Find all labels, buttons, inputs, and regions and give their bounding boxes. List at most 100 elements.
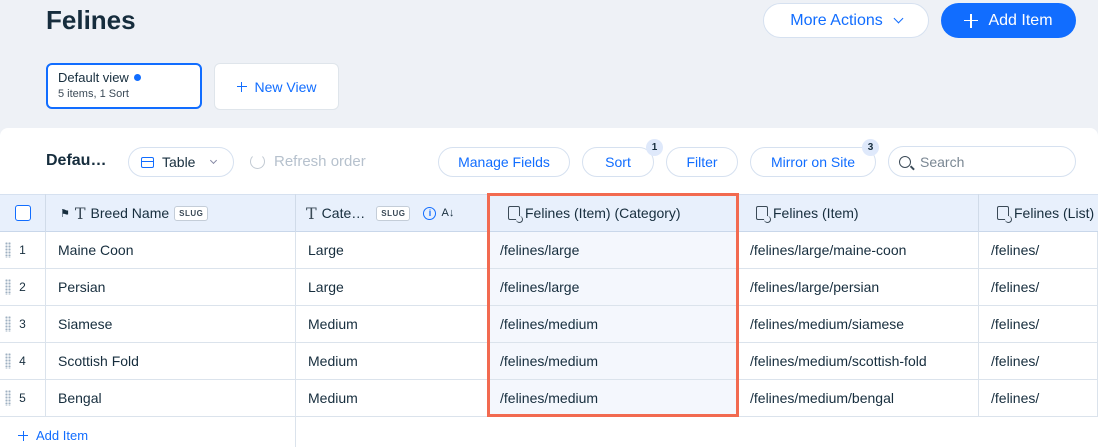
chevron-down-icon	[893, 13, 904, 24]
felines-item-cell[interactable]: /felines/medium/scottish-fold	[738, 343, 979, 380]
sort-count-badge: 1	[646, 139, 663, 156]
search-input[interactable]	[920, 153, 1060, 170]
text-type-icon: T	[74, 203, 86, 223]
manage-fields-button[interactable]: Manage Fields	[438, 147, 570, 177]
sort-ascending-icon[interactable]: A↓	[441, 207, 454, 219]
felines-list-cell[interactable]: /felines/	[979, 232, 1098, 269]
category-cell[interactable]: Medium	[296, 306, 488, 343]
layout-label: Table	[162, 154, 196, 170]
drag-handle-icon[interactable]	[5, 242, 11, 258]
more-actions-label: More Actions	[790, 11, 883, 29]
category-cell[interactable]: Large	[296, 269, 488, 306]
plus-icon	[18, 430, 28, 441]
page-link-icon	[508, 206, 523, 223]
row-number: 5	[19, 391, 26, 405]
category-cell[interactable]: Large	[296, 232, 488, 269]
row-number: 4	[19, 354, 26, 368]
select-all-cell	[0, 194, 46, 232]
column-header-breed-name[interactable]: ⚑ T Breed Name SLUG	[46, 194, 296, 232]
chevron-down-icon	[210, 156, 218, 164]
plus-icon	[236, 81, 247, 92]
felines-list-cell[interactable]: /felines/	[979, 306, 1098, 343]
refresh-icon	[250, 154, 265, 169]
page-link-icon	[756, 206, 771, 223]
breed-name-cell[interactable]: Persian	[46, 269, 296, 306]
sort-label: Sort	[605, 154, 631, 170]
felines-item-cell[interactable]: /felines/medium/bengal	[738, 380, 979, 417]
felines-item-cell[interactable]: /felines/large/persian	[738, 269, 979, 306]
new-view-button[interactable]: New View	[214, 63, 339, 110]
drag-handle-icon[interactable]	[5, 390, 11, 406]
column-label: Cate…	[321, 205, 366, 221]
felines-item-category-cell[interactable]: /felines/medium	[488, 380, 738, 417]
row-number-cell: 3	[0, 306, 46, 343]
layout-select[interactable]: Table	[128, 147, 234, 177]
column-header-felines-item-category[interactable]: Felines (Item) (Category)	[488, 194, 738, 232]
felines-list-cell[interactable]: /felines/	[979, 380, 1098, 417]
breed-name-cell[interactable]: Maine Coon	[46, 232, 296, 269]
collection-panel: Defau… Table Refresh order Manage Fields…	[0, 128, 1098, 447]
felines-item-category-cell[interactable]: /felines/large	[488, 269, 738, 306]
filter-label: Filter	[686, 154, 718, 170]
column-label: Felines (Item)	[773, 205, 859, 221]
felines-item-category-cell[interactable]: /felines/medium	[488, 306, 738, 343]
select-all-checkbox[interactable]	[14, 205, 31, 221]
new-view-label: New View	[254, 78, 317, 95]
view-tab-default[interactable]: Default view 5 items, 1 Sort	[46, 63, 202, 109]
mirror-on-site-button[interactable]: Mirror on Site 3	[750, 139, 879, 177]
drag-handle-icon[interactable]	[5, 353, 11, 369]
add-item-row-button[interactable]: Add Item	[18, 428, 88, 443]
row-number-cell: 1	[0, 232, 46, 269]
breed-name-cell[interactable]: Scottish Fold	[46, 343, 296, 380]
refresh-label: Refresh order	[274, 153, 366, 170]
text-type-icon: T	[306, 203, 317, 223]
row-number: 3	[19, 317, 26, 331]
row-number: 2	[19, 280, 26, 294]
more-actions-button[interactable]: More Actions	[763, 3, 929, 38]
primary-flag-icon: ⚑	[60, 207, 70, 220]
manage-fields-label: Manage Fields	[458, 154, 550, 170]
column-header-felines-list[interactable]: Felines (List)	[979, 194, 1098, 232]
category-cell[interactable]: Medium	[296, 380, 488, 417]
info-icon[interactable]: i	[423, 206, 437, 220]
row-number: 1	[19, 243, 26, 257]
felines-item-category-cell[interactable]: /felines/medium	[488, 343, 738, 380]
column-label: Breed Name	[90, 205, 170, 221]
drag-handle-icon[interactable]	[5, 316, 11, 332]
category-cell[interactable]: Medium	[296, 343, 488, 380]
mirror-count-badge: 3	[862, 139, 879, 156]
felines-list-cell[interactable]: /felines/	[979, 269, 1098, 306]
drag-handle-icon[interactable]	[5, 279, 11, 295]
add-item-label: Add Item	[988, 11, 1053, 29]
page-title: Felines	[46, 5, 136, 35]
mirror-label: Mirror on Site	[770, 154, 856, 170]
search-icon	[899, 155, 911, 168]
view-title: Defau…	[46, 152, 107, 169]
filter-button[interactable]: Filter	[666, 147, 738, 177]
add-item-row-label: Add Item	[36, 428, 89, 443]
column-label: Felines (List)	[1014, 205, 1095, 221]
page-link-icon	[997, 206, 1012, 223]
breed-name-cell[interactable]: Siamese	[46, 306, 296, 343]
view-meta: 5 items, 1 Sort	[58, 88, 129, 100]
felines-list-cell[interactable]: /felines/	[979, 343, 1098, 380]
plus-icon	[964, 13, 979, 28]
felines-item-category-cell[interactable]: /felines/large	[488, 232, 738, 269]
search-field[interactable]	[888, 146, 1076, 177]
column-divider	[295, 416, 296, 447]
refresh-order-button[interactable]: Refresh order	[250, 153, 366, 170]
slug-tag: SLUG	[174, 205, 209, 221]
sort-button[interactable]: Sort 1	[582, 139, 663, 177]
row-number-cell: 4	[0, 343, 46, 380]
breed-name-cell[interactable]: Bengal	[46, 380, 296, 417]
unsaved-dot-icon	[133, 74, 141, 81]
felines-item-cell[interactable]: /felines/medium/siamese	[738, 306, 979, 343]
row-number-cell: 5	[0, 380, 46, 417]
felines-item-cell[interactable]: /felines/large/maine-coon	[738, 232, 979, 269]
column-header-felines-item[interactable]: Felines (Item)	[738, 194, 979, 232]
add-item-button[interactable]: Add Item	[941, 3, 1076, 38]
column-header-category[interactable]: T Cate… SLUG i A↓	[296, 194, 488, 232]
row-number-cell: 2	[0, 269, 46, 306]
column-label: Felines (Item) (Category)	[525, 205, 681, 221]
view-name: Default view	[58, 70, 129, 85]
